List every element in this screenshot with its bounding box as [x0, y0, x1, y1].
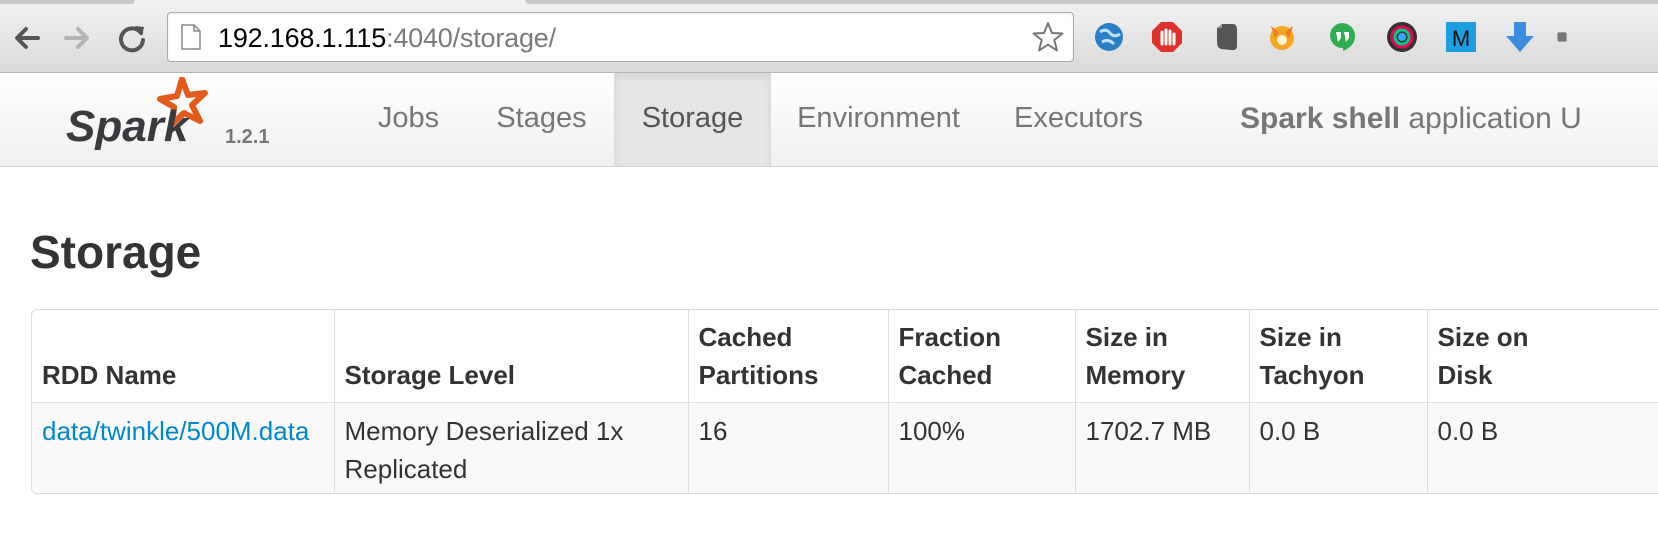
globe-icon[interactable] — [1091, 19, 1127, 55]
m-icon[interactable]: M — [1443, 19, 1479, 55]
evernote-icon[interactable] — [1208, 19, 1244, 55]
bookmark-star-icon[interactable] — [1031, 20, 1065, 54]
adblock-icon[interactable] — [1149, 19, 1185, 55]
cell-fraction-cached: 100% — [887, 401, 1075, 492]
address-bar[interactable]: 192.168.1.115:4040/storage/ — [167, 12, 1074, 62]
back-arrow-icon — [15, 27, 40, 49]
rdd-link[interactable]: data/twinkle/500M.data — [42, 416, 309, 446]
table-row: data/twinkle/500M.data Memory Deserializ… — [32, 401, 1658, 492]
forward-arrow-icon — [64, 27, 89, 49]
cell-cached-partitions: 16 — [687, 401, 888, 492]
spark-navbar: Spark 1.2.1 Jobs Stages Storage Environm… — [0, 73, 1658, 167]
header-size-in-memory[interactable]: Size in Memory — [1074, 310, 1249, 402]
spark-version: 1.2.1 — [225, 126, 270, 148]
tab-executors[interactable]: Executors — [996, 73, 1161, 166]
forward-button[interactable] — [58, 16, 98, 60]
header-label-line2: Memory — [1085, 359, 1186, 390]
url-path: :4040/storage/ — [386, 23, 556, 53]
spark-logo[interactable]: Spark — [64, 77, 214, 157]
tab-jobs[interactable]: Jobs — [356, 73, 461, 166]
header-label: RDD Name — [42, 359, 177, 390]
page-title: Storage — [30, 226, 202, 278]
app-title: Spark shell application U — [1240, 102, 1582, 136]
url-text[interactable]: 192.168.1.115:4040/storage/ — [218, 23, 556, 54]
page-icon — [181, 24, 201, 50]
header-label-line1: Size in — [1085, 321, 1168, 352]
browser-toolbar: 192.168.1.115:4040/storage/ M — [0, 0, 1658, 73]
fox-icon[interactable] — [1264, 19, 1300, 55]
hangouts-icon[interactable] — [1324, 19, 1360, 55]
table-header-row: RDD Name Storage Level Cached Partitions … — [32, 310, 1658, 402]
storage-level-line1: Memory Deserialized 1x — [344, 415, 624, 446]
cell-size-in-tachyon: 0.0 B — [1248, 401, 1427, 492]
header-label-line1: Size in — [1259, 321, 1342, 352]
header-fraction-cached[interactable]: Fraction Cached — [887, 310, 1075, 402]
storage-table: RDD Name Storage Level Cached Partitions … — [31, 309, 1658, 494]
browser-tab-right[interactable] — [525, 0, 1658, 4]
url-host: 192.168.1.115 — [218, 23, 387, 53]
header-label-line2: Tachyon — [1259, 359, 1365, 390]
m-icon-letter: M — [1452, 26, 1470, 51]
cell-size-on-disk: 0.0 B — [1426, 401, 1658, 492]
header-label-line2: Partitions — [698, 359, 819, 390]
header-label-line1: Size on — [1437, 321, 1529, 352]
tab-stages[interactable]: Stages — [474, 73, 609, 166]
more-extensions-icon[interactable] — [1556, 19, 1568, 55]
header-cached-partitions[interactable]: Cached Partitions — [687, 310, 888, 402]
header-label-line2: Disk — [1437, 359, 1493, 390]
cell-size-in-memory: 1702.7 MB — [1074, 401, 1249, 492]
header-rdd-name[interactable]: RDD Name — [32, 310, 334, 402]
reload-icon — [119, 26, 145, 53]
reload-button[interactable] — [112, 16, 152, 60]
storage-level-line2: Replicated — [344, 453, 468, 484]
browser-tab-left[interactable] — [0, 0, 135, 4]
header-label-line2: Cached — [898, 359, 993, 390]
header-size-on-disk[interactable]: Size on Disk — [1426, 310, 1658, 402]
tab-storage[interactable]: Storage — [614, 73, 771, 166]
camera-icon[interactable] — [1384, 19, 1420, 55]
tab-environment[interactable]: Environment — [782, 73, 975, 166]
header-label-line1: Cached — [698, 321, 793, 352]
download-icon[interactable] — [1502, 19, 1538, 55]
app-title-suffix: application U — [1400, 102, 1582, 135]
header-label-line1: Fraction — [898, 321, 1002, 352]
spark-logo-text: Spark — [66, 102, 191, 151]
cell-rdd-name: data/twinkle/500M.data — [32, 401, 334, 492]
app-name: Spark shell — [1240, 102, 1401, 135]
header-size-in-tachyon[interactable]: Size in Tachyon — [1248, 310, 1427, 402]
cell-storage-level: Memory Deserialized 1x Replicated — [333, 401, 688, 492]
back-button[interactable] — [6, 16, 46, 60]
header-storage-level[interactable]: Storage Level — [333, 310, 688, 402]
header-label: Storage Level — [344, 359, 516, 390]
